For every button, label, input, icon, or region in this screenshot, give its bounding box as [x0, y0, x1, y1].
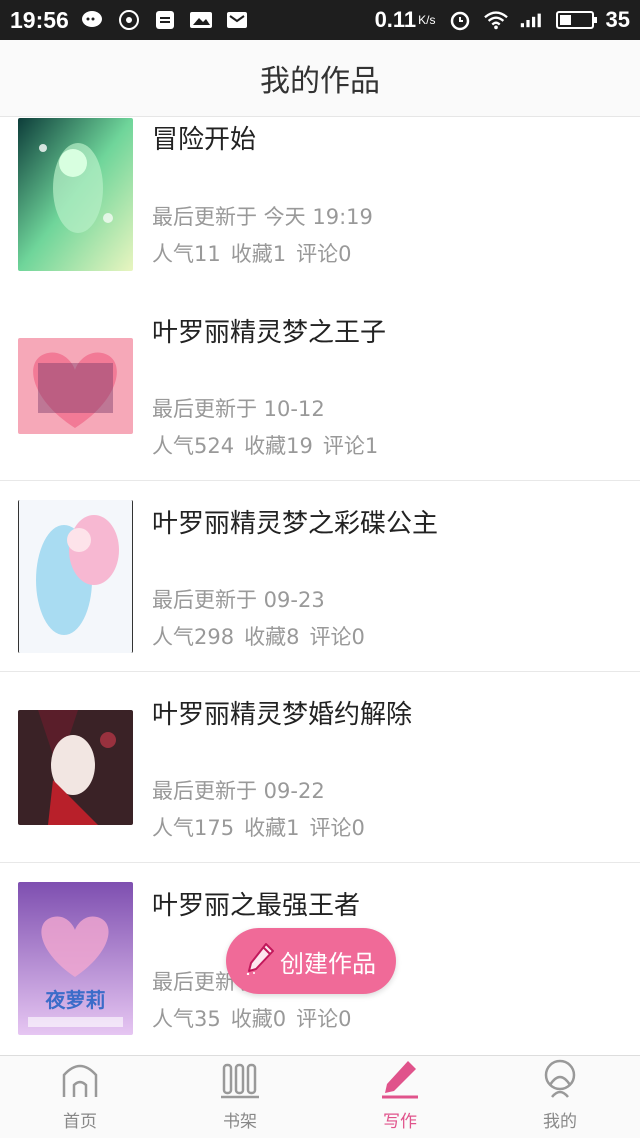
popularity-count: 人气11	[152, 242, 221, 266]
tab-write-label: 写作	[383, 1112, 417, 1132]
tab-bookshelf-label: 书架	[223, 1112, 257, 1132]
wechat-icon	[81, 10, 105, 30]
work-stats: 人气11 收藏1 评论0	[152, 238, 351, 268]
favorites-count: 收藏8	[244, 625, 300, 649]
create-work-label: 创建作品	[280, 949, 376, 978]
work-title: 叶罗丽精灵梦之彩碟公主	[152, 509, 439, 539]
cover-title-text: 夜萝莉	[45, 988, 106, 1012]
work-stats: 人气524 收藏19 评论1	[152, 430, 378, 460]
work-updated: 最后更新于 09-22	[152, 779, 325, 803]
bookshelf-icon	[220, 1057, 260, 1103]
network-speed-unit: K/s	[418, 13, 436, 27]
favorites-count: 收藏19	[244, 434, 313, 458]
cover-image	[18, 500, 133, 653]
work-item[interactable]: 冒险开始 最后更新于 今天 19:19 人气11 收藏1 评论0	[0, 117, 640, 308]
work-updated: 最后更新于 09-23	[152, 588, 325, 612]
work-stats: 人气298 收藏8 评论0	[152, 621, 365, 651]
popularity-count: 人气175	[152, 816, 235, 840]
tab-home[interactable]: 首页	[0, 1056, 160, 1138]
favorites-count: 收藏0	[230, 1007, 287, 1031]
user-icon	[540, 1057, 580, 1103]
cover-image: 夜萝莉	[18, 882, 133, 1035]
header: 我的作品	[0, 40, 640, 117]
work-item[interactable]: 叶罗丽精灵梦之王子 最后更新于 10-12 人气524 收藏19 评论1	[0, 290, 640, 481]
tab-home-label: 首页	[63, 1112, 97, 1132]
cover-image	[18, 118, 133, 271]
work-item[interactable]: 叶罗丽精灵梦之彩碟公主 最后更新于 09-23 人气298 收藏8 评论0	[0, 481, 640, 672]
pencil-icon	[380, 1057, 420, 1103]
works-list[interactable]: 冒险开始 最后更新于 今天 19:19 人气11 收藏1 评论0 叶罗丽精灵梦之…	[0, 117, 640, 1053]
popularity-count: 人气35	[152, 1007, 221, 1031]
tab-profile[interactable]: 我的	[480, 1056, 640, 1138]
page-title: 我的作品	[260, 64, 380, 99]
cover-image	[18, 338, 133, 434]
cover-image	[18, 710, 133, 825]
favorites-count: 收藏1	[244, 816, 300, 840]
work-item[interactable]: 叶罗丽精灵梦婚约解除 最后更新于 09-22 人气175 收藏1 评论0	[0, 672, 640, 863]
life-app-icon	[153, 10, 177, 30]
popularity-count: 人气524	[152, 434, 235, 458]
image-icon	[189, 10, 213, 30]
tab-write[interactable]: 写作	[320, 1056, 480, 1138]
app-icon	[117, 10, 141, 30]
popularity-count: 人气298	[152, 625, 235, 649]
comments-count: 评论0	[296, 1007, 352, 1031]
pencil-icon	[246, 941, 276, 981]
home-icon	[60, 1057, 100, 1103]
favorites-count: 收藏1	[230, 242, 287, 266]
comments-count: 评论0	[296, 242, 352, 266]
work-title: 叶罗丽之最强王者	[152, 891, 361, 921]
work-title: 冒险开始	[152, 125, 257, 155]
comments-count: 评论0	[309, 816, 365, 840]
work-title: 叶罗丽精灵梦之王子	[152, 318, 387, 348]
work-title: 叶罗丽精灵梦婚约解除	[152, 700, 413, 730]
work-stats: 人气35 收藏0 评论0	[152, 1003, 351, 1033]
wifi-icon	[483, 10, 508, 30]
tab-bookshelf[interactable]: 书架	[160, 1056, 320, 1138]
comments-count: 评论0	[309, 625, 365, 649]
alarm-icon	[448, 10, 472, 31]
battery-level: 35	[605, 7, 630, 32]
work-stats: 人气175 收藏1 评论0	[152, 812, 365, 842]
work-updated: 最后更新于 今天 19:19	[152, 205, 373, 229]
tab-profile-label: 我的	[543, 1112, 577, 1132]
comments-count: 评论1	[322, 434, 379, 458]
status-bar: 19:56 0.11 K/s 35	[0, 0, 640, 40]
battery-icon	[555, 11, 597, 29]
network-speed: 0.11	[374, 7, 417, 32]
status-time: 19:56	[10, 6, 69, 33]
create-work-button[interactable]: 创建作品	[226, 928, 396, 994]
mail-icon	[225, 10, 249, 30]
bottom-tab-bar: 首页 书架 写作 我的	[0, 1055, 640, 1138]
work-updated: 最后更新于 10-12	[152, 397, 325, 421]
signal-icon	[520, 10, 544, 30]
